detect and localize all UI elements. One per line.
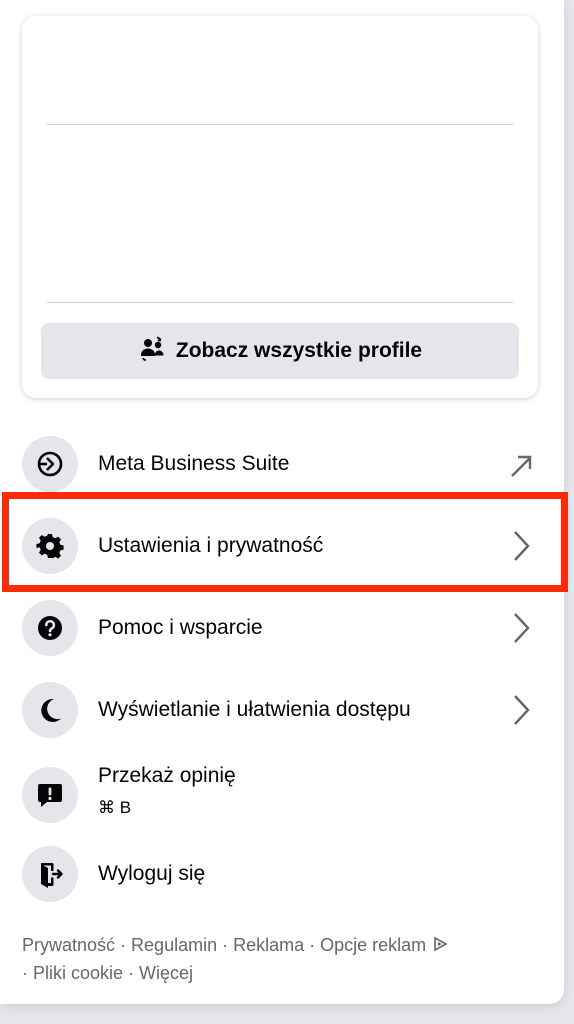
shortcut-hint: ⌘ B [98,798,132,817]
separator: · [115,935,132,955]
menu-item-label: Ustawienia i prywatność [98,534,324,557]
separator: · [22,962,33,983]
menu-item-label: Pomoc i wsparcie [98,616,263,639]
menu-item-settings-privacy[interactable]: Ustawienia i prywatność [0,506,564,586]
menu-item-label: Meta Business Suite [98,452,290,475]
footer-link-ad-choices[interactable]: Opcje reklam [320,935,426,955]
menu-item-logout[interactable]: Wyloguj się [0,834,564,914]
divider [47,124,513,125]
see-all-profiles-button[interactable]: Zobacz wszystkie profile [41,323,519,379]
see-all-profiles-label: Zobacz wszystkie profile [175,339,423,362]
footer-link-advertising[interactable]: Reklama [233,935,304,955]
separator: · [304,935,321,955]
moon-icon [22,682,78,738]
footer-link-terms[interactable]: Regulamin [131,935,217,955]
menu-item-label: Wyświetlanie i ułatwienia dostępu [98,698,411,721]
question-icon [22,600,78,656]
footer-link-cookies[interactable]: Pliki cookie [33,963,123,983]
profiles-card: Zobacz wszystkie profile [22,16,538,398]
profiles-switch-icon [138,334,166,368]
footer-link-privacy[interactable]: Prywatność [22,935,115,955]
meta-business-suite-icon [22,436,78,492]
external-arrow-icon [511,455,532,477]
menu-item-display-accessibility[interactable]: Wyświetlanie i ułatwienia dostępu [0,670,564,750]
footer-links: Prywatność · Regulamin · Reklama · Opcje… [22,932,522,987]
menu-item-label: Wyloguj się [98,862,206,885]
gear-icon [22,518,78,574]
chevron-right-icon [514,613,530,643]
separator: · [123,962,140,983]
chevron-right-icon [514,695,530,725]
feedback-icon [22,767,78,823]
menu-item-label: Przekaż opinię [98,764,236,787]
footer-link-more[interactable]: Więcej [139,963,193,983]
ad-choices-icon [432,933,448,960]
account-menu-panel: Zobacz wszystkie profile Meta Business S… [0,0,564,1004]
chevron-right-icon [514,531,530,561]
menu-item-meta-business-suite[interactable]: Meta Business Suite [0,424,564,504]
menu-item-give-feedback[interactable]: Przekaż opinię ⌘ B [0,752,564,838]
menu-item-help-support[interactable]: Pomoc i wsparcie [0,588,564,668]
separator: · [217,935,234,955]
logout-icon [22,846,78,902]
divider [47,302,513,303]
